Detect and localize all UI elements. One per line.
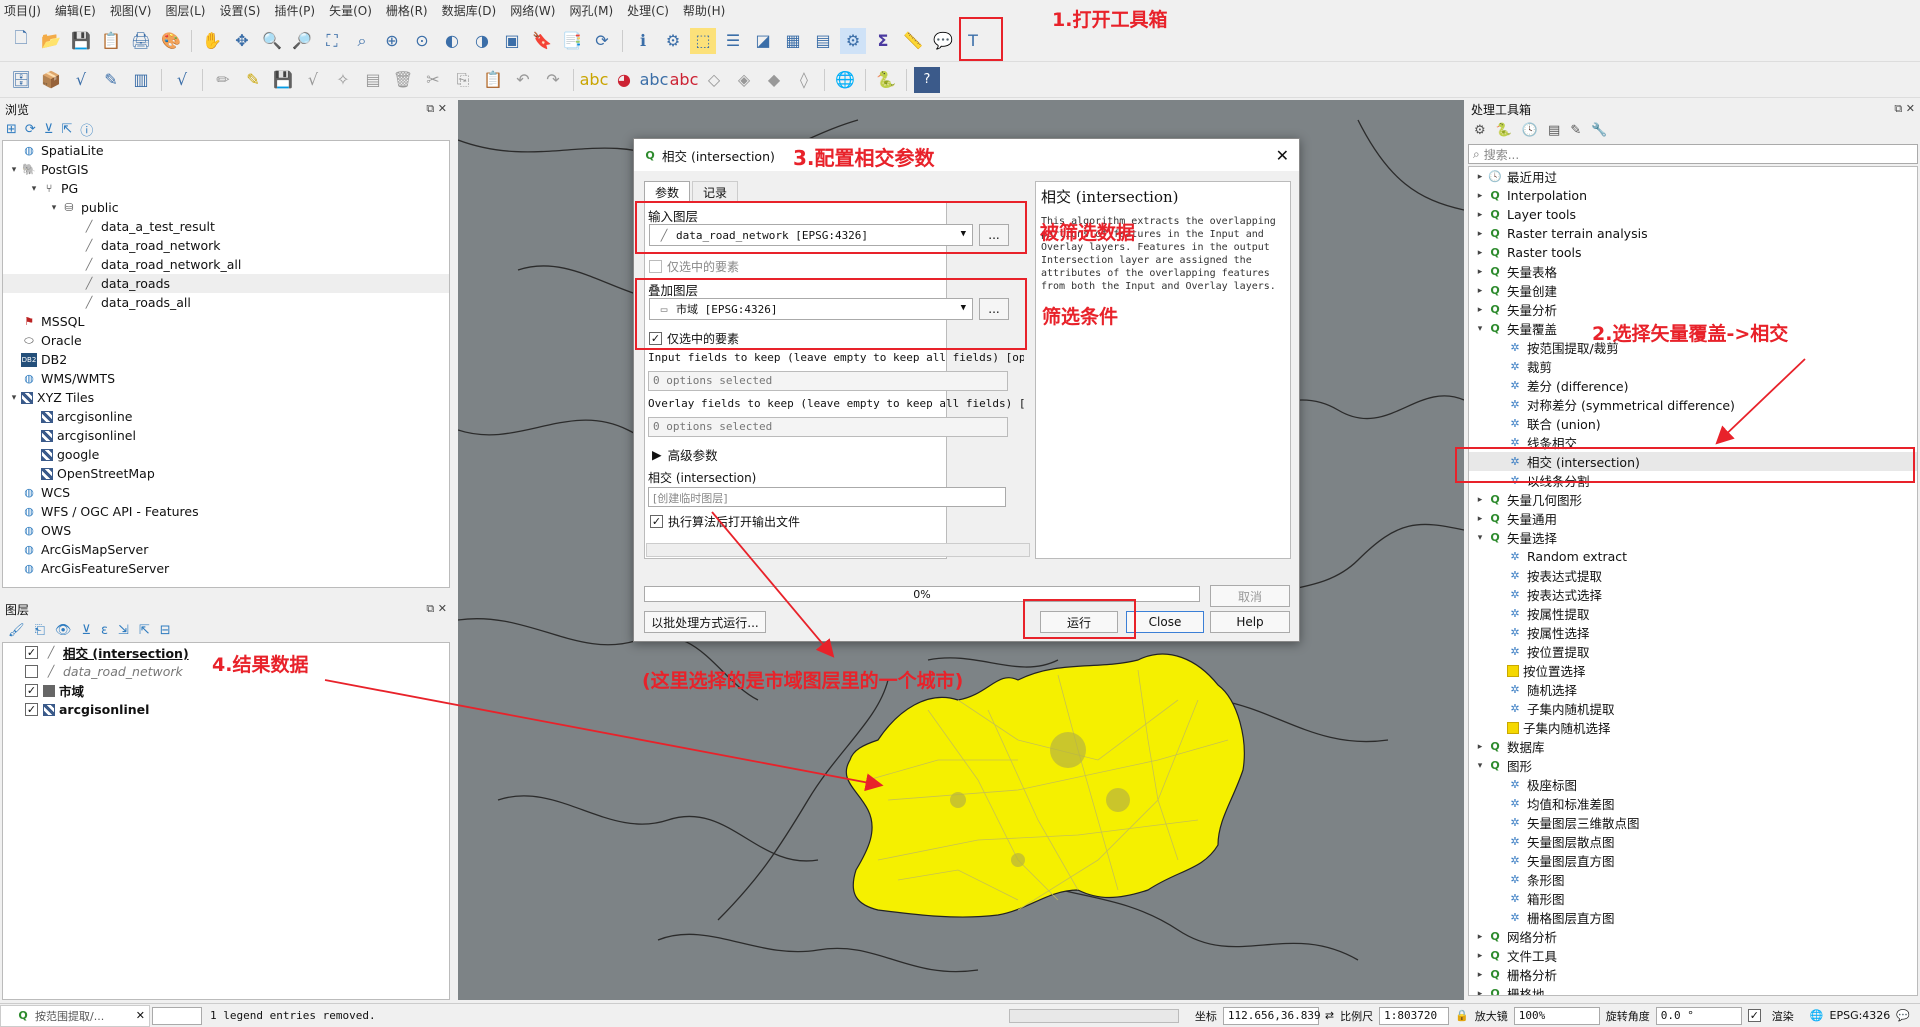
crs-label[interactable]: EPSG:4326	[1830, 1009, 1891, 1022]
crs-icon[interactable]: 🌐	[1810, 1009, 1824, 1022]
rotation-input[interactable]: 0.0 °	[1655, 1006, 1742, 1025]
locator-input[interactable]	[152, 1006, 202, 1025]
render-checkbox[interactable]: ✓	[1747, 1009, 1761, 1022]
qgis-icon: Q	[18, 1009, 28, 1022]
arrow-to-intersection	[1715, 358, 1806, 445]
messages-icon[interactable]: 💬	[1896, 1009, 1910, 1022]
rotation-label: 旋转角度	[1605, 1009, 1650, 1023]
status-right: 坐标 112.656,36.839 ⇄ 比例尺 1:803720 🔒 放大镜 1…	[1008, 1006, 1920, 1025]
status-message: 1 legend entries removed.	[210, 1009, 376, 1022]
task-label: 按范围提取/...	[35, 1009, 105, 1023]
coordinate-label: 坐标	[1194, 1009, 1217, 1023]
arrow-to-city-note	[711, 511, 835, 658]
render-progress	[1008, 1008, 1179, 1023]
coordinate-input[interactable]: 112.656,36.839	[1222, 1006, 1321, 1025]
arrow-to-result	[324, 679, 884, 792]
status-bar: Q 按范围提取/... ✕ 1 legend entries removed. …	[0, 1003, 1920, 1027]
magnifier-label: 放大镜	[1474, 1009, 1508, 1023]
annotation-arrows	[324, 358, 1806, 792]
render-label: 渲染	[1771, 1009, 1794, 1023]
extent-toggle-icon[interactable]: ⇄	[1325, 1009, 1334, 1022]
magnifier-input[interactable]: 100%	[1513, 1006, 1600, 1025]
scale-input[interactable]: 1:803720	[1379, 1006, 1450, 1025]
lock-icon[interactable]: 🔒	[1455, 1009, 1469, 1022]
locator-task[interactable]: Q 按范围提取/... ✕	[0, 1004, 150, 1027]
scale-label: 比例尺	[1340, 1009, 1374, 1023]
close-icon[interactable]: ✕	[136, 1009, 145, 1022]
